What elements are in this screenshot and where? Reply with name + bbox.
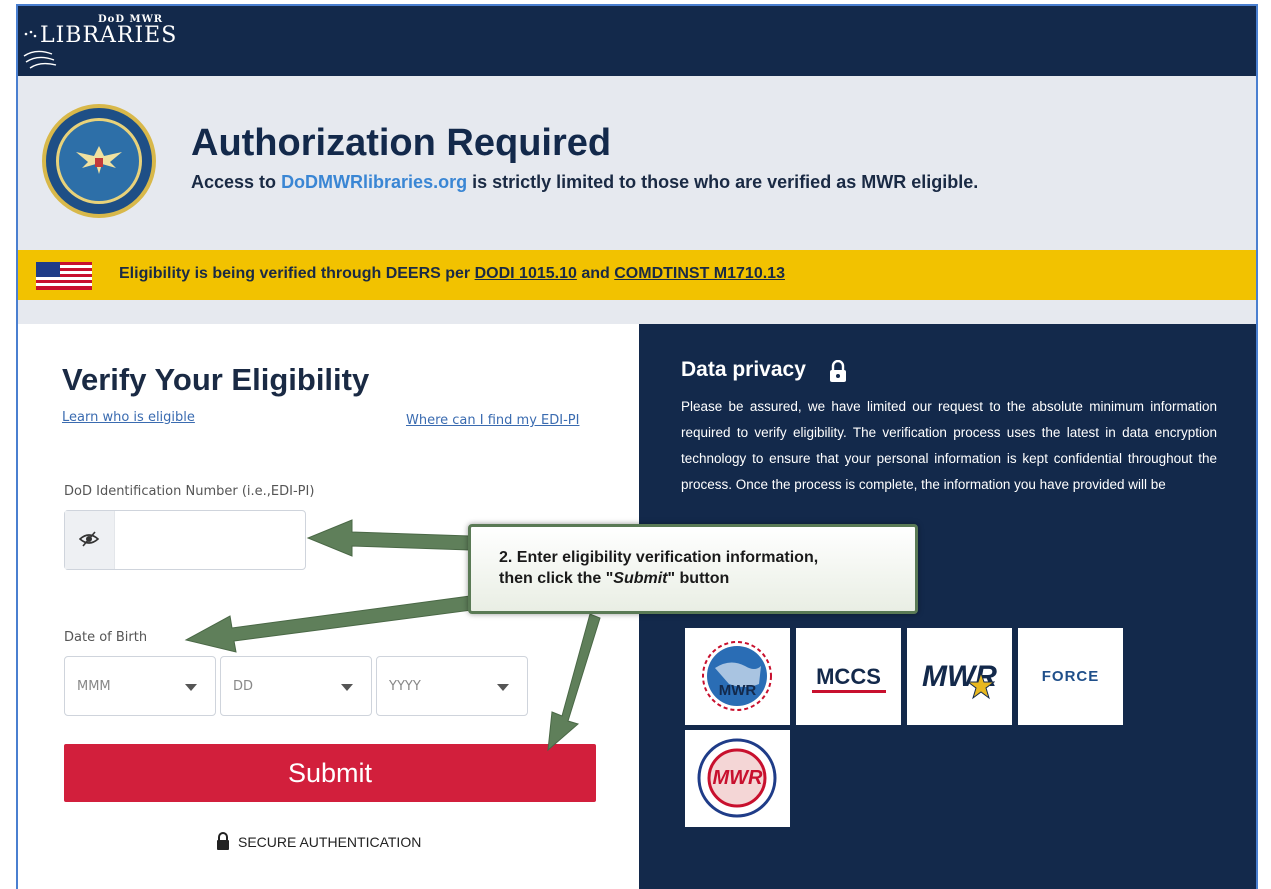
- callout-line-1: 2. Enter eligibility verification inform…: [499, 549, 819, 566]
- secure-label: SECURE AUTHENTICATION: [238, 834, 422, 850]
- dod-seal-icon: [42, 104, 156, 218]
- us-flag-icon: [36, 262, 92, 290]
- authorization-header: Authorization Required Access to DoDMWRl…: [18, 76, 1256, 250]
- verify-title: Verify Your Eligibility: [62, 362, 370, 397]
- logo-tile-label: MWR: [922, 659, 997, 693]
- site-link[interactable]: DoDMWRlibraries.org: [281, 172, 467, 192]
- eligibility-text-and: and: [581, 265, 610, 282]
- chevron-down-icon: [341, 684, 353, 691]
- year-select[interactable]: YYYY: [376, 656, 528, 716]
- eagle-icon: [76, 146, 122, 174]
- navy-mwr-logo: MWR: [907, 628, 1012, 725]
- comdtinst-link[interactable]: COMDTINST M1710.13: [614, 265, 785, 282]
- air-force-logo: FORCE: [1018, 628, 1123, 725]
- access-notice: Access to DoDMWRlibraries.org is strictl…: [191, 172, 978, 193]
- page-frame: DoD MWR LIBRARIES Authorization Required…: [16, 4, 1258, 889]
- access-notice-suffix: is strictly limited to those who are ver…: [472, 172, 979, 192]
- callout-line-2-suffix: " button: [667, 570, 730, 587]
- lock-icon: [830, 360, 846, 382]
- callout-submit-emphasis: Submit: [613, 570, 668, 587]
- edipi-label: DoD Identification Number (i.e.,EDI-PI): [64, 484, 315, 499]
- eligibility-banner: Eligibility is being verified through DE…: [18, 250, 1256, 300]
- dob-label: Date of Birth: [64, 630, 148, 645]
- us-army-mwr-logo: MWR: [685, 628, 790, 725]
- chevron-down-icon: [497, 684, 509, 691]
- privacy-text: Please be assured, we have limited our r…: [681, 399, 1217, 492]
- eligibility-text: Eligibility is being verified through DE…: [119, 265, 785, 283]
- eye-slash-icon: [79, 531, 99, 547]
- lock-icon: [217, 832, 229, 850]
- day-placeholder: DD: [233, 679, 254, 694]
- coast-guard-mwr-logo: MWR: [685, 730, 790, 827]
- instruction-callout: 2. Enter eligibility verification inform…: [468, 524, 918, 614]
- access-notice-prefix: Access to: [191, 172, 277, 192]
- day-select[interactable]: DD: [220, 656, 372, 716]
- callout-line-2-prefix: then click the ": [499, 570, 614, 587]
- learn-eligible-link[interactable]: Learn who is eligible: [62, 410, 195, 425]
- year-placeholder: YYYY: [389, 679, 421, 694]
- star-icon: [967, 672, 995, 700]
- logo-main-text: LIBRARIES: [40, 23, 178, 48]
- eligibility-text-main: Eligibility is being verified through DE…: [119, 265, 471, 282]
- chevron-down-icon: [185, 684, 197, 691]
- page-title: Authorization Required: [191, 122, 612, 164]
- dodi-link[interactable]: DODI 1015.10: [475, 265, 577, 282]
- callout-line-2: then click the "Submit" button: [499, 570, 729, 588]
- mccs-logo: MCCS: [796, 628, 901, 725]
- privacy-title: Data privacy: [681, 358, 806, 381]
- logo-tile-label: MWR: [718, 682, 757, 699]
- toggle-visibility-button[interactable]: [65, 511, 115, 569]
- logo-tile-label: MCCS: [816, 663, 881, 689]
- logo-swoosh-icon: [23, 30, 57, 69]
- month-select[interactable]: MMM: [64, 656, 216, 716]
- logo-tile-label: MWR: [712, 767, 763, 789]
- submit-button[interactable]: Submit: [64, 744, 596, 802]
- logo-tile-label: FORCE: [1041, 668, 1100, 685]
- find-edipi-link[interactable]: Where can I find my EDI-PI: [406, 410, 606, 432]
- dod-mwr-libraries-logo[interactable]: DoD MWR LIBRARIES: [22, 10, 182, 70]
- edipi-input[interactable]: [64, 510, 306, 570]
- top-nav-bar: DoD MWR LIBRARIES: [18, 6, 1256, 76]
- month-placeholder: MMM: [77, 679, 111, 694]
